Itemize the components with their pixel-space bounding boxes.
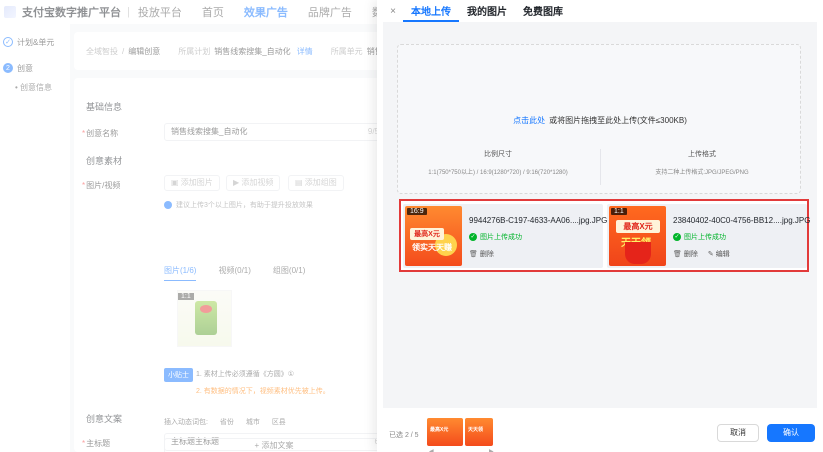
upload-status: ✓ 图片上传成功 [673,232,726,242]
selected-thumbnail[interactable]: 天天领 [465,418,493,446]
click-upload-link[interactable]: 点击此处 [513,116,545,125]
drawer-footer: 已选 2 / 5 最高X元 天天领 ◀ ▶ 取消 确认 [377,412,823,452]
file-actions: 🗑 删除 [469,249,504,259]
file-thumbnail: 1:1 最高X元 天天领 [609,206,666,266]
image-upload-drawer: × 本地上传 我的图片 免费图库 点击此处 或将图片拖拽至此处上传(文件≤300K… [377,0,823,452]
uploaded-file-item[interactable]: 1:1 最高X元 天天领 23840402-40C0-4756-BB12....… [607,204,811,268]
drawer-header: × 本地上传 我的图片 免费图库 [377,0,823,22]
size-spec-title: 比例尺寸 [484,151,512,158]
file-ratio-badge: 16:9 [407,208,427,215]
file-name: 9944276B-C197-4633-AA06....jpg.JPG [469,216,608,225]
promo-graphic [625,242,651,264]
dropzone-text: 点击此处 或将图片拖拽至此处上传(文件≤300KB) [398,115,802,126]
close-icon[interactable]: × [387,6,399,17]
success-icon: ✓ [469,233,477,241]
pencil-icon: ✎ [707,251,714,258]
spec-divider [600,149,601,185]
scroll-right-icon[interactable]: ▶ [489,448,494,452]
format-spec: 上传格式 支持二种上传格式:JPG/JPEG/PNG [602,149,802,176]
file-thumbnail: 16:9 最高X元 领实天天赚 [405,206,462,266]
size-spec-value: 1:1(750*750以上) / 16:9(1280*720) / 9:16(7… [428,170,568,176]
confirm-button[interactable]: 确认 [767,424,815,442]
trash-icon: 🗑 [673,251,682,258]
file-name: 23840402-40C0-4756-BB12....jpg.JPG [673,216,811,225]
edit-button[interactable]: ✎ 编辑 [708,249,730,259]
selected-count: 已选 2 / 5 [389,432,419,439]
tab-local-upload[interactable]: 本地上传 [403,0,459,22]
drawer-body: 点击此处 或将图片拖拽至此处上传(文件≤300KB) 比例尺寸 1:1(750*7… [383,22,817,408]
promo-text: 最高X元 [410,228,444,240]
upload-status-text: 图片上传成功 [684,234,726,241]
scroll-left-icon[interactable]: ◀ [429,448,434,452]
upload-status-text: 图片上传成功 [480,234,522,241]
modal-overlay[interactable] [0,0,377,452]
cancel-button[interactable]: 取消 [717,424,759,442]
delete-label: 删除 [479,251,494,258]
upload-status: ✓ 图片上传成功 [469,232,522,242]
promo-text: 最高X元 [616,220,660,233]
tab-my-images[interactable]: 我的图片 [459,0,515,22]
mini-thumb-text: 最高X元 [430,427,449,433]
file-actions: 🗑 删除 ✎ 编辑 [673,249,740,259]
success-icon: ✓ [673,233,681,241]
uploaded-file-item[interactable]: 16:9 最高X元 领实天天赚 9944276B-C197-4633-AA06.… [403,204,607,268]
delete-button[interactable]: 🗑 删除 [469,249,494,259]
promo-text-secondary: 领实天天赚 [412,243,452,252]
drawer-tabs: 本地上传 我的图片 免费图库 [403,0,571,22]
size-spec: 比例尺寸 1:1(750*750以上) / 16:9(1280*720) / 9… [398,149,598,176]
delete-label: 删除 [683,251,698,258]
uploaded-file-list: 16:9 最高X元 领实天天赚 9944276B-C197-4633-AA06.… [399,199,811,272]
edit-label: 编辑 [715,251,730,258]
format-spec-title: 上传格式 [688,151,716,158]
tab-free-gallery[interactable]: 免费图库 [515,0,571,22]
format-spec-value: 支持二种上传格式:JPG/JPEG/PNG [655,170,749,176]
delete-button[interactable]: 🗑 删除 [673,249,698,259]
file-ratio-badge: 1:1 [611,208,627,215]
selected-thumbnail[interactable]: 最高X元 [427,418,463,446]
mini-thumb-text: 天天领 [468,427,484,433]
upload-dropzone[interactable]: 点击此处 或将图片拖拽至此处上传(文件≤300KB) 比例尺寸 1:1(750*7… [397,44,801,194]
trash-icon: 🗑 [469,251,478,258]
dropzone-instructions: 或将图片拖拽至此处上传(文件≤300KB) [549,116,687,125]
